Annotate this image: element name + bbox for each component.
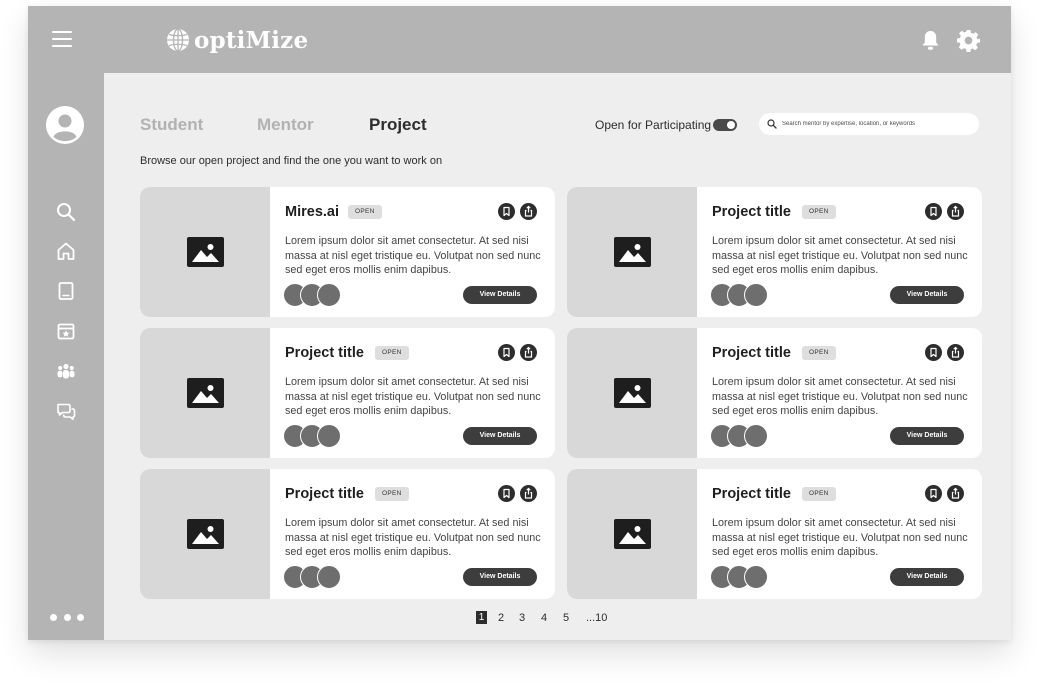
search-icon[interactable] xyxy=(56,202,76,222)
tab-mentor[interactable]: Mentor xyxy=(257,115,314,135)
participant-avatars xyxy=(283,565,343,589)
project-title: Project title xyxy=(285,345,364,361)
participant-avatars xyxy=(710,424,770,448)
open-for-participating-label: Open for Participating xyxy=(595,118,712,132)
top-bar: optiMize xyxy=(28,6,1011,73)
share-icon[interactable] xyxy=(520,485,537,502)
view-details-button[interactable]: View Details xyxy=(890,568,964,586)
project-description: Lorem ipsum dolor sit amet consectetur. … xyxy=(285,235,541,276)
project-title: Project title xyxy=(712,204,791,220)
project-description: Lorem ipsum dolor sit amet consectetur. … xyxy=(712,517,968,558)
page-2[interactable]: 2 xyxy=(498,611,504,625)
tab-student[interactable]: Student xyxy=(140,115,203,135)
page-4[interactable]: 4 xyxy=(541,611,547,625)
bookmark-icon[interactable] xyxy=(925,203,942,220)
open-for-participating-toggle[interactable] xyxy=(713,119,737,131)
page-3[interactable]: 3 xyxy=(519,611,525,625)
bookmark-icon[interactable] xyxy=(925,485,942,502)
image-icon xyxy=(613,237,651,267)
status-badge: OPEN xyxy=(802,205,836,219)
participant-avatar xyxy=(744,424,768,448)
bookmark-icon[interactable] xyxy=(498,485,515,502)
app-window: optiMize Student Mentor Project Open for… xyxy=(28,6,1011,640)
search-input[interactable] xyxy=(782,121,977,127)
book-icon[interactable] xyxy=(56,281,76,301)
view-details-button[interactable]: View Details xyxy=(890,427,964,445)
project-card[interactable]: Project title OPEN Lorem ipsum dolor sit… xyxy=(567,187,982,317)
bookmark-icon[interactable] xyxy=(925,344,942,361)
project-image-placeholder xyxy=(140,328,270,458)
user-avatar-icon[interactable] xyxy=(46,106,84,144)
chat-icon[interactable] xyxy=(56,401,76,421)
image-icon xyxy=(613,378,651,408)
status-badge: OPEN xyxy=(348,205,382,219)
project-image-placeholder xyxy=(567,469,697,599)
view-details-button[interactable]: View Details xyxy=(463,568,537,586)
project-image-placeholder xyxy=(567,328,697,458)
brand-name: optiMize xyxy=(194,26,309,54)
status-badge: OPEN xyxy=(375,487,409,501)
project-card[interactable]: Mires.ai OPEN Lorem ipsum dolor sit amet… xyxy=(140,187,555,317)
project-title: Project title xyxy=(712,486,791,502)
view-details-button[interactable]: View Details xyxy=(463,286,537,304)
bookmark-icon[interactable] xyxy=(498,344,515,361)
project-card[interactable]: Project title OPEN Lorem ipsum dolor sit… xyxy=(567,328,982,458)
project-title: Project title xyxy=(285,486,364,502)
bookmark-icon[interactable] xyxy=(498,203,515,220)
project-description: Lorem ipsum dolor sit amet consectetur. … xyxy=(712,235,968,276)
brand-logo[interactable]: optiMize xyxy=(166,26,308,54)
hamburger-menu-icon[interactable] xyxy=(52,31,72,47)
intro-text: Browse our open project and find the one… xyxy=(140,155,443,167)
page-1[interactable]: 1 xyxy=(476,611,487,624)
participant-avatar xyxy=(317,283,341,307)
project-image-placeholder xyxy=(140,469,270,599)
image-icon xyxy=(186,237,224,267)
search-bar xyxy=(759,113,979,135)
project-card[interactable]: Project title OPEN Lorem ipsum dolor sit… xyxy=(140,328,555,458)
participant-avatar xyxy=(744,283,768,307)
globe-icon xyxy=(167,28,189,52)
project-description: Lorem ipsum dolor sit amet consectetur. … xyxy=(285,376,541,417)
search-icon xyxy=(767,119,777,129)
view-details-button[interactable]: View Details xyxy=(890,286,964,304)
participant-avatars xyxy=(710,283,770,307)
project-description: Lorem ipsum dolor sit amet consectetur. … xyxy=(712,376,968,417)
share-icon[interactable] xyxy=(947,344,964,361)
project-image-placeholder xyxy=(140,187,270,317)
participant-avatars xyxy=(283,283,343,307)
toggle-knob xyxy=(727,121,735,129)
project-image-placeholder xyxy=(567,187,697,317)
share-icon[interactable] xyxy=(520,203,537,220)
status-badge: OPEN xyxy=(375,346,409,360)
image-icon xyxy=(186,519,224,549)
status-badge: OPEN xyxy=(802,487,836,501)
project-title: Mires.ai xyxy=(285,204,339,220)
image-icon xyxy=(613,519,651,549)
participant-avatar xyxy=(317,565,341,589)
group-icon[interactable] xyxy=(56,361,76,381)
view-details-button[interactable]: View Details xyxy=(463,427,537,445)
calendar-star-icon[interactable] xyxy=(56,321,76,341)
project-title: Project title xyxy=(712,345,791,361)
page-last[interactable]: ...10 xyxy=(586,611,607,625)
participant-avatar xyxy=(744,565,768,589)
project-card[interactable]: Project title OPEN Lorem ipsum dolor sit… xyxy=(567,469,982,599)
gear-icon[interactable] xyxy=(957,29,980,52)
participant-avatars xyxy=(710,565,770,589)
home-icon[interactable] xyxy=(56,241,76,261)
project-card[interactable]: Project title OPEN Lorem ipsum dolor sit… xyxy=(140,469,555,599)
project-description: Lorem ipsum dolor sit amet consectetur. … xyxy=(285,517,541,558)
tab-project[interactable]: Project xyxy=(369,115,427,135)
more-dots-icon[interactable] xyxy=(50,614,84,622)
participant-avatar xyxy=(317,424,341,448)
share-icon[interactable] xyxy=(947,203,964,220)
status-badge: OPEN xyxy=(802,346,836,360)
image-icon xyxy=(186,378,224,408)
share-icon[interactable] xyxy=(947,485,964,502)
sidebar xyxy=(28,73,104,640)
page-5[interactable]: 5 xyxy=(563,611,569,625)
bell-icon[interactable] xyxy=(921,30,940,51)
share-icon[interactable] xyxy=(520,344,537,361)
participant-avatars xyxy=(283,424,343,448)
